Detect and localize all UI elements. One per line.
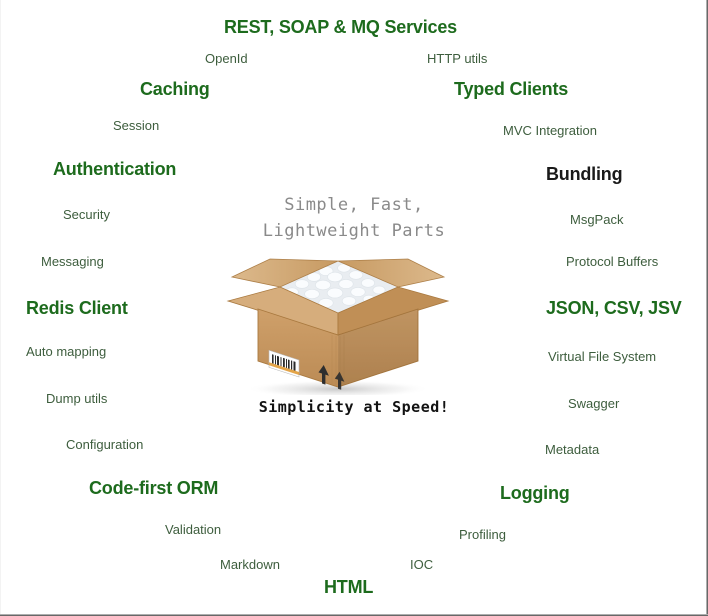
cloud-label-json-csv-jsv: JSON, CSV, JSV (546, 298, 682, 318)
cloud-label-msgpack: MsgPack (570, 212, 624, 227)
cloud-label-http-utils: HTTP utils (427, 51, 488, 66)
cloud-label-logging: Logging (500, 483, 570, 503)
cloud-label-redis-client: Redis Client (26, 298, 128, 318)
cloud-label-metadata: Metadata (545, 442, 600, 457)
cloud-label-ioc: IOC (410, 557, 434, 572)
cardboard-box-icon (222, 243, 454, 398)
cloud-label-security: Security (63, 207, 110, 222)
cloud-label-configuration: Configuration (66, 437, 144, 452)
cloud-label-code-first-orm: Code-first ORM (89, 478, 219, 498)
cloud-label-bundling: Bundling (546, 164, 623, 184)
frame-edge-left (0, 0, 1, 616)
cloud-label-caching: Caching (140, 79, 210, 99)
cloud-label-html: HTML (324, 577, 374, 597)
cloud-label-markdown: Markdown (220, 557, 280, 572)
cloud-label-typed-clients: Typed Clients (454, 79, 569, 99)
cloud-label-protocol-buffers: Protocol Buffers (566, 254, 659, 269)
cloud-label-messaging: Messaging (41, 254, 104, 269)
cloud-label-swagger: Swagger (568, 396, 620, 411)
cloud-label-openid: OpenId (205, 51, 248, 66)
cloud-label-session: Session (113, 118, 160, 133)
cloud-label-rest-soap-mq-services: REST, SOAP & MQ Services (224, 17, 457, 37)
cloud-label-dump-utils: Dump utils (46, 391, 108, 406)
cloud-label-mvc-integration: MVC Integration (503, 123, 597, 138)
word-cloud-canvas: Simple, Fast, Lightweight Parts Simplici… (0, 0, 708, 616)
cloud-label-authentication: Authentication (53, 159, 177, 179)
cloud-label-virtual-file-system: Virtual File System (548, 349, 657, 364)
cloud-label-validation: Validation (165, 522, 222, 537)
cloud-label-auto-mapping: Auto mapping (26, 344, 107, 359)
cloud-label-profiling: Profiling (459, 527, 506, 542)
